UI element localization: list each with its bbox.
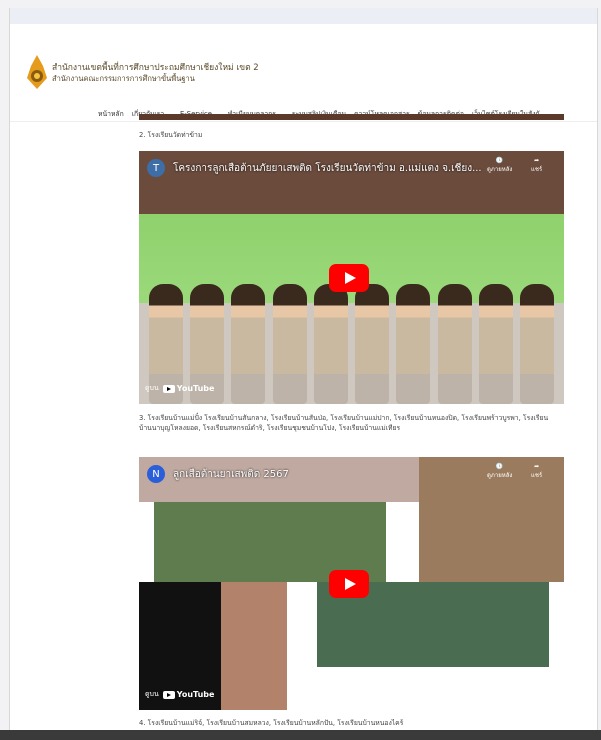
browser-page: สำนักงานเขตพื้นที่การศึกษาประถมศึกษาเชีย…	[9, 8, 598, 740]
nav-item-home[interactable]: หน้าหลัก	[98, 108, 124, 119]
previous-video-edge	[139, 114, 564, 120]
watch-on-youtube-button[interactable]: ดูบน YouTube	[145, 383, 214, 394]
youtube-wordmark: YouTube	[176, 690, 215, 699]
video-title[interactable]: โครงการลูกเสือต้านภัยยาเสพติด โรงเรียนวั…	[173, 161, 482, 176]
watch-later-button[interactable]: 🕓 ดูภายหลัง	[487, 463, 512, 480]
youtube-embed-2[interactable]: N ลูกเสือต้านยาเสพติด 2567 🕓 ดูภายหลัง ➦…	[139, 457, 564, 710]
watch-later-button[interactable]: 🕓 ดูภายหลัง	[487, 157, 512, 174]
bottom-taskbar	[0, 730, 601, 740]
watch-on-youtube-button[interactable]: ดูบน YouTube	[145, 689, 214, 700]
watch-on-label: ดูบน	[145, 384, 159, 392]
site-header: สำนักงานเขตพื้นที่การศึกษาประถมศึกษาเชีย…	[10, 24, 597, 122]
caption-school-2: 2. โรงเรียนวัดท่าข้าม	[139, 131, 203, 139]
share-button[interactable]: ➦ แชร์	[531, 463, 542, 480]
top-strip	[10, 8, 597, 24]
watch-on-label: ดูบน	[145, 690, 159, 698]
share-label: แชร์	[531, 472, 543, 479]
watch-later-label: ดูภายหลัง	[487, 472, 513, 479]
play-button[interactable]	[329, 264, 369, 292]
youtube-play-icon	[162, 690, 175, 699]
org-name-line1[interactable]: สำนักงานเขตพื้นที่การศึกษาประถมศึกษาเชีย…	[52, 60, 259, 74]
clock-icon: 🕓	[495, 157, 504, 164]
organization-logo-icon[interactable]	[26, 54, 48, 90]
video-title[interactable]: ลูกเสือต้านยาเสพติด 2567	[173, 467, 289, 482]
channel-avatar[interactable]: N	[147, 465, 165, 483]
youtube-logo: YouTube	[162, 690, 215, 699]
youtube-play-icon	[162, 384, 175, 393]
clock-icon: 🕓	[495, 463, 504, 470]
share-label: แชร์	[531, 166, 543, 173]
share-button[interactable]: ➦ แชร์	[531, 157, 542, 174]
share-icon: ➦	[534, 157, 540, 164]
youtube-embed-1[interactable]: T โครงการลูกเสือต้านภัยยาเสพติด โรงเรียน…	[139, 151, 564, 404]
play-button[interactable]	[329, 570, 369, 598]
youtube-logo: YouTube	[162, 384, 215, 393]
watch-later-label: ดูภายหลัง	[487, 166, 513, 173]
share-icon: ➦	[534, 463, 540, 470]
org-name-line2[interactable]: สำนักงานคณะกรรมการการศึกษาขั้นพื้นฐาน	[52, 73, 195, 85]
caption-schools-3: 3. โรงเรียนบ้านแม่ปั๋ง โรงเรียนบ้านสันกล…	[139, 414, 549, 432]
channel-avatar[interactable]: T	[147, 159, 165, 177]
caption-schools-4: 4. โรงเรียนบ้านแม่ริจ์, โรงเรียนบ้านสมหล…	[139, 719, 404, 727]
youtube-wordmark: YouTube	[176, 384, 215, 393]
